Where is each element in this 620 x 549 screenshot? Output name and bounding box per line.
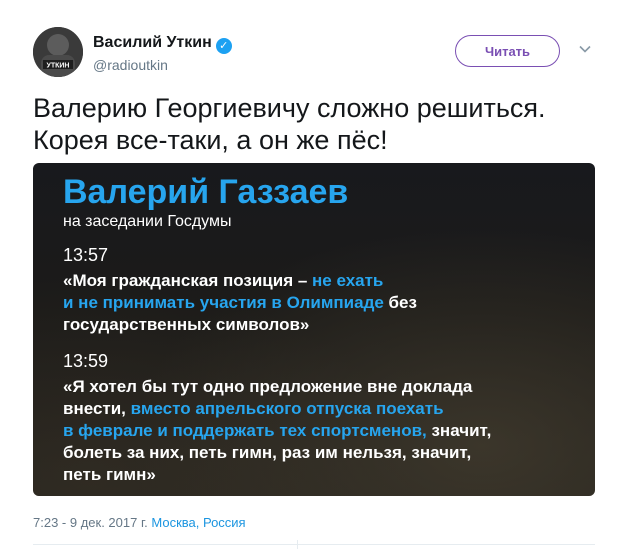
media-time: 13:57 [63,245,109,265]
divider-tick [297,540,298,549]
author-name[interactable]: Василий Уткин [93,34,212,51]
follow-button[interactable]: Читать [455,35,560,67]
media-subtitle: на заседании Госдумы [63,213,232,230]
quote-text: внести, [63,399,131,418]
media-quote: «Моя гражданская позиция – не ехать и не… [63,270,573,336]
quote-line: «Моя гражданская позиция – не ехать [63,270,573,292]
quote-text: петь гимн» [63,465,156,484]
tweet-text-line: Корея все-таки, а он же пёс! [33,125,388,155]
quote-text: значит, [426,421,492,440]
media-title: Валерий Газзаев [63,173,349,211]
avatar[interactable]: УТКИН [33,27,83,77]
tweet-card: УТКИН Василий Уткин ✓ @radioutkin Читать … [0,0,620,549]
quote-line: и не принимать участия в Олимпиаде без [63,292,573,314]
author-handle[interactable]: @radioutkin [93,57,168,73]
quote-highlight: не ехать [312,271,384,290]
quote-line: государственных символов» [63,314,573,336]
quote-highlight: в феврале и поддержать тех спортсменов, [63,421,427,440]
quote-text: государственных символов» [63,315,310,334]
quote-text: болеть за них, петь гимн, раз им нельзя,… [63,443,472,462]
avatar-image: УТКИН [33,27,83,77]
media-quote: «Я хотел бы тут одно предложение вне док… [63,376,573,486]
quote-line: в феврале и поддержать тех спортсменов, … [63,420,573,442]
tweet-media-image[interactable]: Валерий Газзаев на заседании Госдумы 13:… [33,163,595,496]
author-name-row[interactable]: Василий Уткин ✓ [93,34,232,54]
chevron-down-icon[interactable] [577,42,593,58]
tweet-text-line: Валерию Георгиевичу сложно решиться. [33,93,546,123]
avatar-caption: УТКИН [47,63,70,70]
tweet-metadata: 7:23 - 9 дек. 2017 г. Москва, Россия [33,515,246,530]
verified-badge-icon: ✓ [215,38,232,54]
media-time: 13:59 [63,351,109,371]
divider [33,544,595,545]
quote-line: внести, вместо апрельского отпуска поеха… [63,398,573,420]
quote-line: болеть за них, петь гимн, раз им нельзя,… [63,442,573,464]
quote-text: «Моя гражданская позиция – [63,271,313,290]
tweet-text: Валерию Георгиевичу сложно решиться. Кор… [33,92,593,156]
quote-text: «Я хотел бы тут одно предложение вне док… [63,377,473,396]
quote-line: «Я хотел бы тут одно предложение вне док… [63,376,573,398]
quote-highlight: и не принимать участия в Олимпиаде [63,293,384,312]
quote-highlight: вместо апрельского отпуска поехать [130,399,444,418]
quote-line: петь гимн» [63,464,573,486]
quote-text: без [383,293,417,312]
tweet-timestamp[interactable]: 7:23 - 9 дек. 2017 г. [33,515,148,530]
tweet-location-link[interactable]: Москва, Россия [151,515,245,530]
